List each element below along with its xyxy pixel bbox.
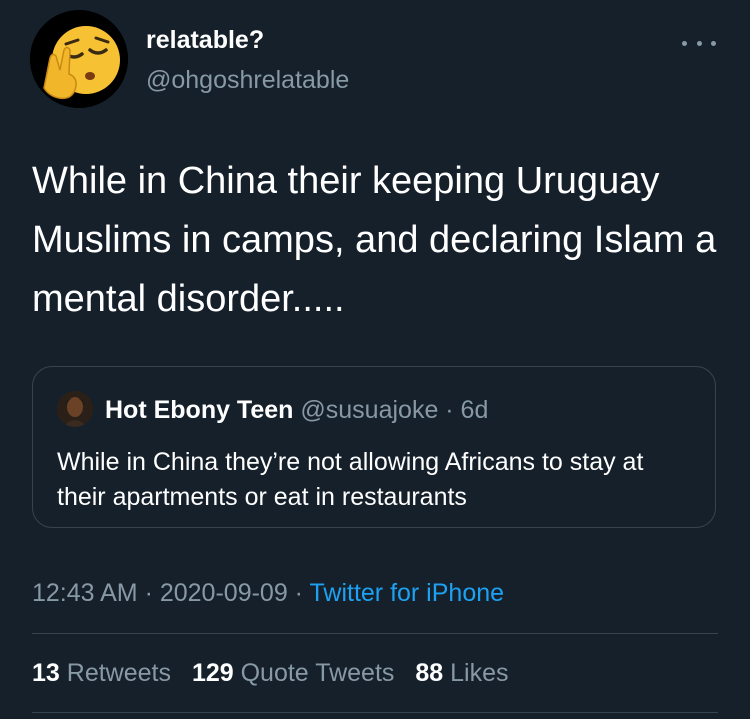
likes-stat[interactable]: 88 Likes: [415, 659, 508, 687]
dot: [682, 40, 687, 46]
quoted-tweet-header: Hot Ebony Teen @susuajoke · 6d: [105, 394, 488, 426]
tweet-text: While in China their keeping Uruguay Mus…: [32, 160, 717, 320]
author-display-name[interactable]: relatable?: [146, 24, 349, 56]
quote-tweets-count: 129: [191, 659, 234, 687]
divider: [32, 712, 718, 713]
dot: [696, 40, 702, 46]
profile-photo-icon: [57, 391, 93, 427]
likes-label: Likes: [450, 659, 509, 687]
tweet: relatable? @ohgoshrelatable While in Chi…: [0, 0, 750, 719]
author-block: relatable? @ohgoshrelatable: [146, 24, 349, 96]
retweets-label: Retweets: [66, 659, 171, 687]
author-handle[interactable]: @ohgoshrelatable: [146, 64, 349, 96]
tweet-timestamp[interactable]: 12:43 AM · 2020-09-09 ·: [32, 579, 310, 607]
retweets-stat[interactable]: 13 Retweets: [32, 659, 171, 687]
likes-count: 88: [415, 659, 444, 687]
quoted-tweet-card[interactable]: Hot Ebony Teen @susuajoke · 6d While in …: [32, 366, 716, 528]
author-avatar[interactable]: [30, 10, 128, 108]
divider: [32, 633, 718, 634]
quote-tweets-label: Quote Tweets: [240, 659, 395, 687]
pensive-face-emoji-icon: [30, 10, 128, 108]
quoted-tweet-text: While in China they’re not allowing Afri…: [57, 448, 644, 511]
tweet-source-link[interactable]: Twitter for iPhone: [310, 579, 505, 607]
quoted-author-avatar: [57, 391, 93, 427]
more-options-icon[interactable]: [682, 36, 716, 50]
retweets-count: 13: [32, 659, 60, 687]
quoted-author-meta: @susuajoke · 6d: [300, 396, 489, 424]
quoted-author-name: Hot Ebony Teen: [105, 396, 294, 424]
dot: [711, 40, 716, 46]
tweet-timestamp-line: 12:43 AM · 2020-09-09 · Twitter for iPho…: [32, 576, 504, 610]
quote-tweets-stat[interactable]: 129 Quote Tweets: [192, 659, 394, 687]
tweet-stats: 13 Retweets 129 Quote Tweets 88 Likes: [32, 656, 523, 690]
